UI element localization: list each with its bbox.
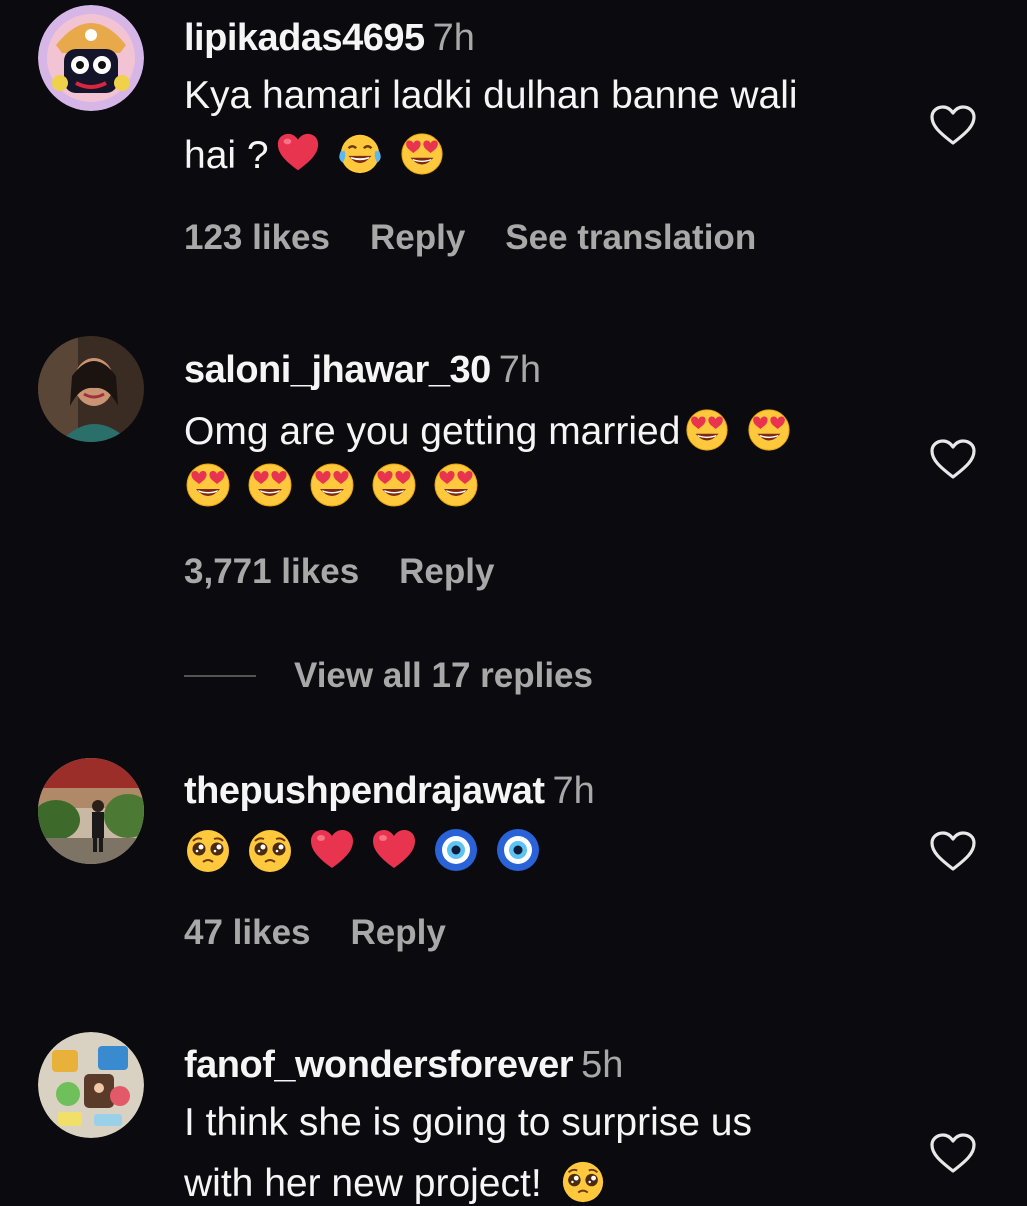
view-replies-button[interactable]: View all 17 replies xyxy=(184,656,593,700)
smiling-face-with-heart-eyes-icon xyxy=(684,406,730,452)
timestamp: 5h xyxy=(581,1044,624,1086)
pleading-face-icon xyxy=(560,1158,606,1204)
divider-line xyxy=(184,675,256,677)
smiling-face-with-heart-eyes-icon xyxy=(370,460,418,508)
comment-text: with her new project! xyxy=(184,1162,542,1205)
reply-button[interactable]: Reply xyxy=(351,913,446,952)
comment-text: Omg are you getting married xyxy=(184,410,681,453)
comment-text-line: Omg are you getting married xyxy=(184,406,792,454)
pleading-face-icon xyxy=(246,826,294,874)
username[interactable]: fanof_wondersforever xyxy=(184,1044,574,1086)
smiling-face-with-heart-eyes-icon xyxy=(432,460,480,508)
reply-button[interactable]: Reply xyxy=(370,218,465,257)
emoji-row xyxy=(184,826,556,876)
avatar[interactable] xyxy=(38,5,144,111)
timestamp: 7h xyxy=(432,17,475,59)
nazar-amulet-icon xyxy=(494,826,542,874)
comment-actions: 3,771 likes Reply xyxy=(184,552,534,592)
smiling-face-with-heart-eyes-icon xyxy=(184,460,232,508)
timestamp: 7h xyxy=(552,770,595,812)
face-with-tears-of-joy-icon xyxy=(337,130,383,176)
comment-actions: 123 likes Reply See translation xyxy=(184,218,796,258)
pleading-face-icon xyxy=(184,826,232,874)
reply-button[interactable]: Reply xyxy=(399,552,494,591)
username[interactable]: lipikadas4695 xyxy=(184,17,425,59)
see-translation-button[interactable]: See translation xyxy=(505,218,756,257)
heart-outline-icon[interactable] xyxy=(928,436,978,482)
likes-count[interactable]: 47 likes xyxy=(184,913,311,952)
smiling-face-with-heart-eyes-icon xyxy=(308,460,356,508)
heart-outline-icon[interactable] xyxy=(928,828,978,874)
smiling-face-with-heart-eyes-icon xyxy=(399,130,445,176)
red-heart-icon xyxy=(308,826,356,874)
red-heart-icon xyxy=(370,826,418,874)
smiling-face-with-heart-eyes-icon xyxy=(246,460,294,508)
comment-text-line: I think she is going to surprise us xyxy=(184,1101,752,1144)
emoji-row xyxy=(184,460,494,510)
avatar[interactable] xyxy=(38,336,144,442)
smiling-face-with-heart-eyes-icon xyxy=(746,406,792,452)
comment-text: hai ? xyxy=(184,134,269,177)
heart-outline-icon[interactable] xyxy=(928,1130,978,1176)
comment-text-line: Kya hamari ladki dulhan banne wali xyxy=(184,74,798,117)
nazar-amulet-icon xyxy=(432,826,480,874)
comment-actions: 47 likes Reply xyxy=(184,913,486,953)
likes-count[interactable]: 3,771 likes xyxy=(184,552,359,591)
comment-text-line-2: with her new project! xyxy=(184,1158,606,1206)
username[interactable]: thepushpendrajawat xyxy=(184,770,545,812)
timestamp: 7h xyxy=(498,349,542,391)
view-replies-label: View all 17 replies xyxy=(294,656,593,695)
red-heart-icon xyxy=(275,130,321,176)
avatar[interactable] xyxy=(38,758,144,864)
heart-outline-icon[interactable] xyxy=(928,102,978,148)
username[interactable]: saloni_jhawar_30 xyxy=(184,349,491,391)
avatar[interactable] xyxy=(38,1032,144,1138)
comment-text-line-2: hai ? xyxy=(184,130,445,178)
likes-count[interactable]: 123 likes xyxy=(184,218,330,257)
